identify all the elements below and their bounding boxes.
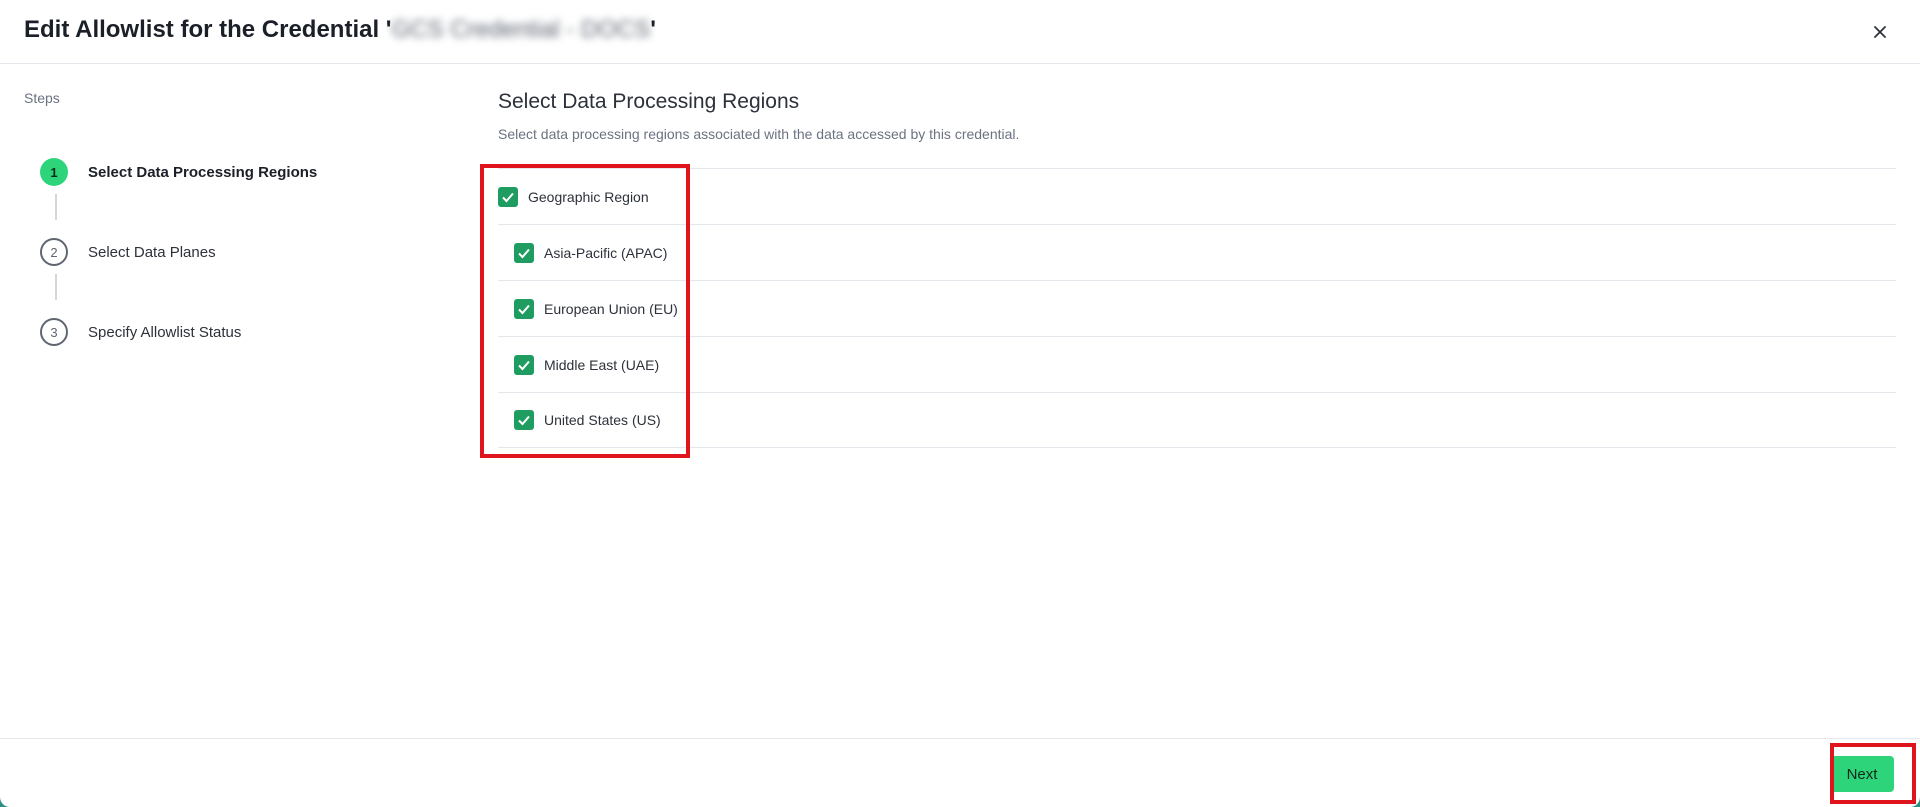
check-icon xyxy=(502,192,514,202)
dialog-title-prefix: Edit Allowlist for the Credential ' xyxy=(24,16,392,43)
step-select-data-planes[interactable]: 2 Select Data Planes xyxy=(40,238,216,266)
section-title: Select Data Processing Regions xyxy=(498,90,800,113)
check-icon xyxy=(518,304,530,314)
region-label: United States (US) xyxy=(544,412,661,428)
dialog-title-suffix: ' xyxy=(650,16,656,43)
region-label: Middle East (UAE) xyxy=(544,356,660,373)
step-specify-allowlist-status[interactable]: 3 Specify Allowlist Status xyxy=(40,318,241,346)
checkbox-eu[interactable] xyxy=(514,298,534,319)
close-button[interactable] xyxy=(1868,20,1892,44)
step-number-3: 3 xyxy=(40,318,68,346)
steps-heading: Steps xyxy=(24,90,60,106)
region-label: Asia-Pacific (APAC) xyxy=(544,244,668,261)
step-connector xyxy=(55,194,57,220)
step-select-regions[interactable]: 1 Select Data Processing Regions xyxy=(40,158,317,186)
region-row-us[interactable]: United States (US) xyxy=(498,392,1896,448)
region-label: European Union (EU) xyxy=(544,300,678,317)
step-label-1: Select Data Processing Regions xyxy=(88,163,318,181)
dialog-header: Edit Allowlist for the Credential 'GCS C… xyxy=(0,0,1920,64)
checkbox-us[interactable] xyxy=(514,410,534,430)
step-number-2: 2 xyxy=(40,238,68,266)
region-list: Geographic Region Asia-Pacific (APAC) Eu… xyxy=(498,168,1896,448)
close-icon xyxy=(1874,26,1886,38)
region-row-geographic[interactable]: Geographic Region xyxy=(498,168,1896,224)
region-label: Geographic Region xyxy=(528,188,649,205)
checkbox-uae[interactable] xyxy=(514,354,534,375)
dialog-footer: Next xyxy=(0,738,1920,807)
check-icon xyxy=(518,360,530,370)
step-label-3: Specify Allowlist Status xyxy=(88,323,242,341)
step-connector xyxy=(55,274,57,300)
credential-name-redacted: GCS Credential - DOCS xyxy=(391,16,651,43)
next-button[interactable]: Next xyxy=(1830,756,1894,792)
region-row-eu[interactable]: European Union (EU) xyxy=(498,280,1896,336)
region-row-uae[interactable]: Middle East (UAE) xyxy=(498,336,1896,392)
edit-allowlist-dialog: Edit Allowlist for the Credential 'GCS C… xyxy=(0,0,1920,807)
checkbox-geographic-region[interactable] xyxy=(498,186,518,207)
check-icon xyxy=(518,248,530,258)
step-label-2: Select Data Planes xyxy=(88,243,216,261)
dialog-title: Edit Allowlist for the Credential 'GCS C… xyxy=(24,16,656,44)
section-description: Select data processing regions associate… xyxy=(498,126,1020,142)
step-number-1: 1 xyxy=(40,158,68,186)
checkbox-apac[interactable] xyxy=(514,242,534,263)
check-icon xyxy=(518,415,530,426)
region-row-apac[interactable]: Asia-Pacific (APAC) xyxy=(498,224,1896,280)
